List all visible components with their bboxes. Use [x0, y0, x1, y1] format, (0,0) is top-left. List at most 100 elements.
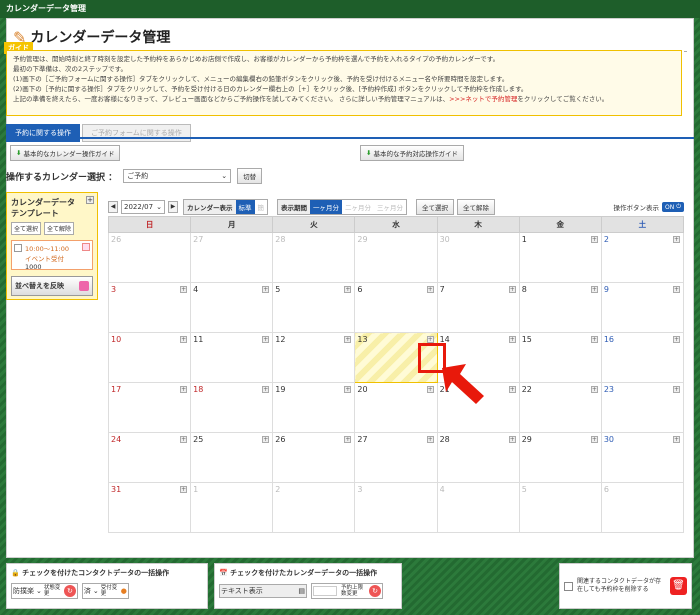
- add-slot-icon[interactable]: +: [673, 286, 680, 293]
- calendar-day[interactable]: 2: [272, 482, 356, 533]
- display-standard[interactable]: 标準: [235, 200, 255, 214]
- refresh-icon[interactable]: ↻: [369, 585, 381, 597]
- status-field[interactable]: 防撲楽 ⌄ 状態変更 ↻: [11, 583, 78, 599]
- calendar-day[interactable]: 1 +: [518, 232, 602, 283]
- slot-limit-field[interactable]: 予約上限数変更 ↻: [311, 583, 383, 599]
- calendar-day[interactable]: 5: [518, 482, 602, 533]
- period-one-month[interactable]: 一ヶ月分: [310, 200, 342, 214]
- calendar-day[interactable]: 3: [354, 482, 438, 533]
- calendar-day[interactable]: 12 +: [272, 332, 356, 383]
- manual-link[interactable]: >>>ネットで予約管理: [449, 95, 517, 103]
- add-slot-icon[interactable]: +: [508, 286, 516, 293]
- add-slot-icon[interactable]: +: [262, 386, 270, 393]
- calendar-day[interactable]: 18 +: [190, 382, 274, 433]
- period-two-month[interactable]: 二ヶ月分: [342, 200, 374, 214]
- cal-select-all[interactable]: 全て選択: [416, 199, 454, 215]
- event-edit-icon[interactable]: [82, 243, 90, 251]
- add-slot-icon[interactable]: +: [180, 336, 188, 343]
- calendar-day[interactable]: 11 +: [190, 332, 274, 383]
- template-select-all[interactable]: 全て選択: [11, 222, 42, 235]
- add-slot-icon[interactable]: +: [344, 286, 352, 293]
- add-slot-icon[interactable]: +: [344, 386, 352, 393]
- calendar-day[interactable]: 9 +: [600, 282, 685, 333]
- calendar-day[interactable]: 10 +: [107, 332, 192, 383]
- calendar-day[interactable]: 5 +: [272, 282, 356, 333]
- add-slot-icon[interactable]: +: [673, 386, 680, 393]
- reserve-guide-button[interactable]: ⬇ 基本的な予約対応操作ガイド: [360, 145, 464, 161]
- calendar-select[interactable]: ご予約 ⌄: [123, 169, 232, 183]
- trash-icon[interactable]: 🗑: [669, 577, 687, 595]
- add-slot-icon[interactable]: +: [673, 236, 680, 243]
- add-slot-icon[interactable]: +: [673, 436, 680, 443]
- calendar-day[interactable]: 6 +: [354, 282, 438, 333]
- calendar-day[interactable]: 4 +: [190, 282, 274, 333]
- add-slot-icon[interactable]: +: [426, 286, 434, 293]
- tab-reservation[interactable]: 予約に関する操作: [6, 124, 80, 142]
- calendar-day[interactable]: 25 +: [190, 432, 274, 483]
- slot-limit-input[interactable]: [313, 586, 337, 596]
- template-add-icon[interactable]: +: [86, 196, 94, 204]
- calendar-day[interactable]: 30: [436, 232, 520, 283]
- add-slot-icon[interactable]: +: [262, 286, 270, 293]
- calendar-day[interactable]: 16 +: [600, 332, 685, 383]
- op-toggle[interactable]: ON ⏻: [662, 202, 684, 212]
- add-slot-icon[interactable]: +: [262, 336, 270, 343]
- add-slot-icon[interactable]: +: [426, 336, 434, 343]
- add-slot-icon[interactable]: +: [262, 436, 270, 443]
- add-slot-icon[interactable]: +: [590, 236, 598, 243]
- refresh-icon[interactable]: ↻: [63, 585, 76, 597]
- add-slot-icon[interactable]: +: [590, 386, 598, 393]
- basic-guide-button[interactable]: ⬇ 基本的なカレンダー操作ガイド: [10, 145, 121, 161]
- event-checkbox[interactable]: [14, 244, 22, 252]
- period-three-month[interactable]: 三ヶ月分: [374, 200, 406, 214]
- calendar-day[interactable]: 15 +: [518, 332, 602, 383]
- template-deselect-all[interactable]: 全て解除: [44, 222, 75, 235]
- pin-icon[interactable]: ●: [121, 587, 127, 595]
- calendar-day[interactable]: 27 +: [354, 432, 438, 483]
- tab-form[interactable]: ご予約フォームに関する操作: [82, 124, 191, 142]
- add-slot-icon[interactable]: +: [344, 436, 352, 443]
- add-slot-icon[interactable]: +: [590, 336, 598, 343]
- calendar-day[interactable]: 17 +: [107, 382, 192, 433]
- prev-month-icon[interactable]: ◀: [108, 201, 118, 213]
- calendar-day[interactable]: 20 +: [354, 382, 438, 433]
- add-slot-icon[interactable]: +: [673, 336, 680, 343]
- calendar-day[interactable]: 8 +: [518, 282, 602, 333]
- calendar-day[interactable]: 3 +: [107, 282, 192, 333]
- calendar-day[interactable]: 29: [354, 232, 438, 283]
- calendar-day[interactable]: 28 +: [436, 432, 520, 483]
- next-month-icon[interactable]: ▶: [168, 201, 178, 213]
- calendar-day[interactable]: 1: [190, 482, 274, 533]
- add-slot-icon[interactable]: +: [426, 386, 434, 393]
- template-event[interactable]: 10:00～11:00 イベント受付 1000: [11, 240, 93, 271]
- text-display-field[interactable]: テキスト表示 ▤: [219, 584, 307, 598]
- calendar-day[interactable]: 29 +: [518, 432, 602, 483]
- calendar-day[interactable]: 31 +: [107, 482, 192, 533]
- display-simple[interactable]: 簡: [255, 200, 268, 214]
- calendar-day[interactable]: 28: [272, 232, 356, 283]
- add-slot-icon[interactable]: +: [180, 386, 188, 393]
- add-slot-icon[interactable]: +: [508, 436, 516, 443]
- calendar-day[interactable]: 4: [436, 482, 520, 533]
- add-slot-icon[interactable]: +: [180, 486, 188, 493]
- calendar-day[interactable]: 26 +: [272, 432, 356, 483]
- calendar-day[interactable]: 23 +: [600, 382, 685, 433]
- calendar-day[interactable]: 30 +: [600, 432, 685, 483]
- calendar-day[interactable]: 27: [190, 232, 274, 283]
- calendar-day[interactable]: 24 +: [107, 432, 192, 483]
- calendar-day[interactable]: 2 +: [600, 232, 685, 283]
- calendar-day[interactable]: 22 +: [518, 382, 602, 433]
- delete-checkbox[interactable]: [564, 581, 573, 591]
- add-slot-icon[interactable]: +: [180, 436, 188, 443]
- calendar-day[interactable]: 26: [107, 232, 192, 283]
- calendar-day[interactable]: 7 +: [436, 282, 520, 333]
- reflect-sort-button[interactable]: 並べ替えを反映: [11, 276, 93, 296]
- accept-field[interactable]: 済 ⌄ 受付変更 ●: [81, 583, 129, 599]
- add-slot-icon[interactable]: +: [180, 286, 188, 293]
- add-slot-icon[interactable]: +: [508, 336, 516, 343]
- calendar-change-button[interactable]: 切替: [237, 168, 263, 184]
- month-select[interactable]: 2022/07 ⌄: [121, 200, 165, 214]
- calendar-day[interactable]: 6: [600, 482, 685, 533]
- add-slot-icon[interactable]: +: [426, 436, 434, 443]
- cal-deselect-all[interactable]: 全て解除: [457, 199, 495, 215]
